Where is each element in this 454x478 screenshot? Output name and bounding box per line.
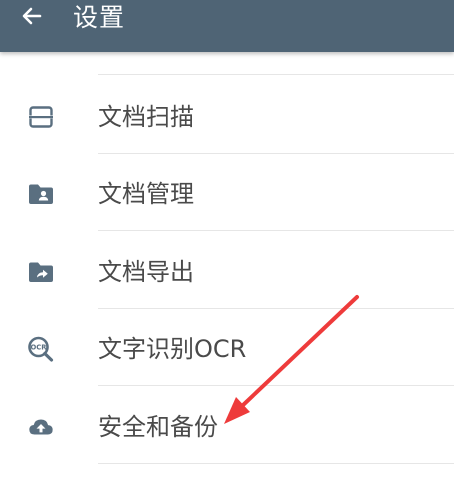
- list-divider: [98, 153, 454, 154]
- svg-text:OCR: OCR: [31, 344, 48, 352]
- page-title: 设置: [73, 3, 126, 32]
- cloud-upload-icon: [27, 414, 55, 440]
- menu-item-security-backup[interactable]: 安全和备份: [0, 388, 454, 465]
- list-divider: [98, 385, 454, 386]
- settings-list: 文档扫描 文档管理 文档导出 OCR 文字识别OCR 安全和备份: [0, 52, 454, 478]
- toolbar: 设置: [0, 0, 454, 52]
- menu-item-document-management[interactable]: 文档管理: [0, 155, 454, 232]
- menu-item-label: 文档导出: [98, 258, 194, 286]
- menu-item-document-scan[interactable]: 文档扫描: [0, 78, 454, 155]
- menu-item-document-export[interactable]: 文档导出: [0, 233, 454, 310]
- settings-screen: 设置 文档扫描 文档管理 文档导出 OCR 文字识别OCR 安全和备份: [0, 0, 454, 478]
- folder-export-icon: [27, 259, 55, 285]
- back-button[interactable]: [14, 4, 50, 32]
- list-divider: [98, 230, 454, 231]
- menu-item-label: 文档扫描: [98, 103, 194, 131]
- menu-item-label: 文档管理: [98, 180, 194, 208]
- menu-item-label: 文字识别OCR: [98, 335, 247, 363]
- ocr-icon: OCR: [27, 336, 55, 362]
- list-divider: [98, 463, 454, 464]
- menu-item-label: 安全和备份: [98, 413, 218, 441]
- scan-icon: [27, 104, 55, 130]
- folder-user-icon: [27, 181, 55, 207]
- list-divider: [98, 74, 454, 75]
- arrow-left-icon: [20, 4, 44, 32]
- list-divider: [98, 308, 454, 309]
- menu-item-ocr[interactable]: OCR 文字识别OCR: [0, 310, 454, 387]
